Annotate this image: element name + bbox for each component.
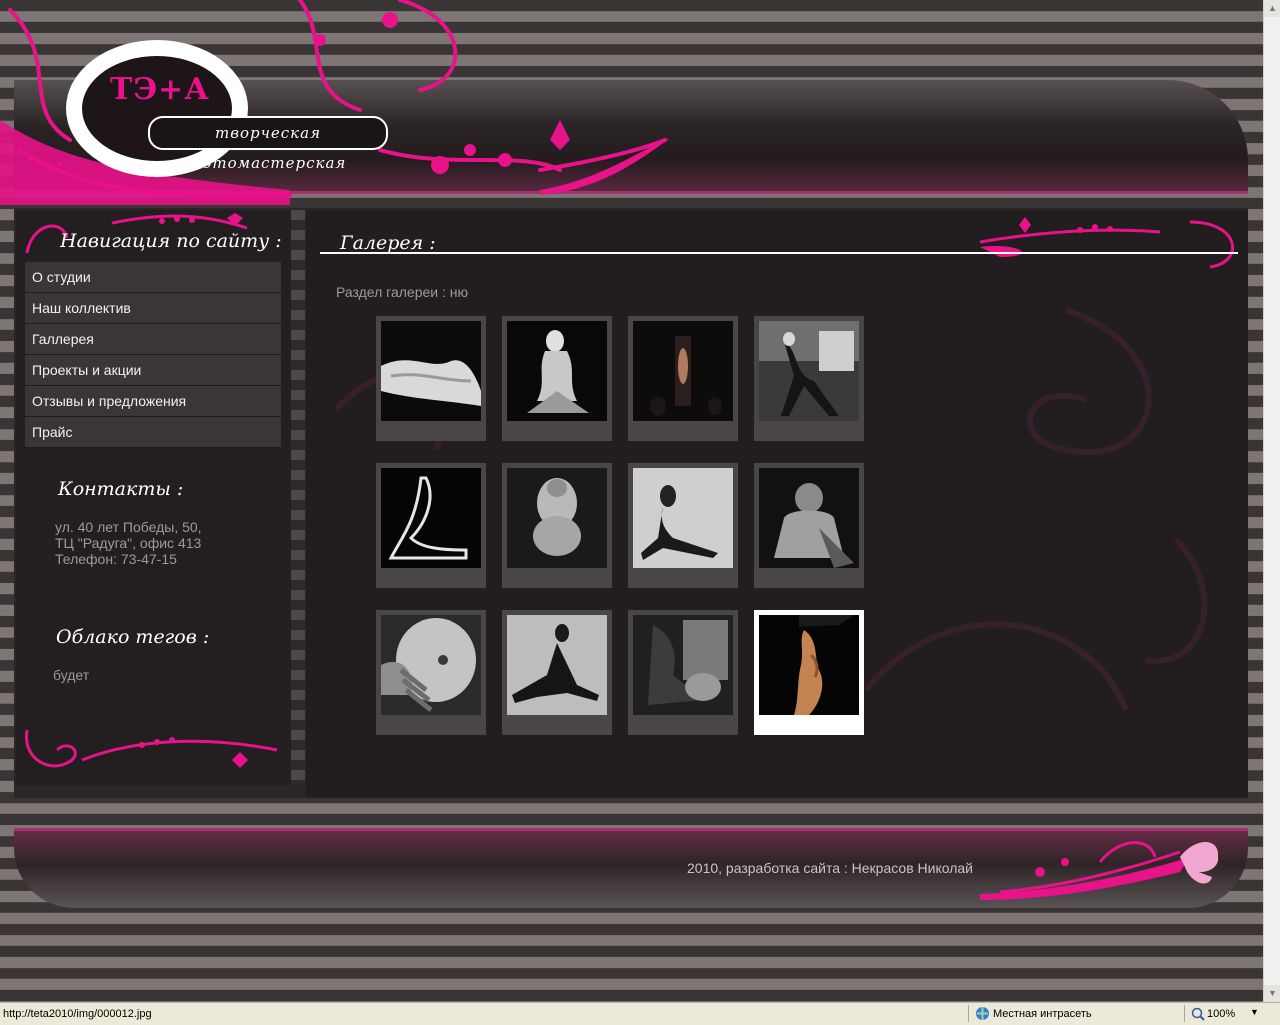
gallery-thumbnail-11[interactable]	[628, 610, 738, 735]
footer-divider	[14, 828, 1248, 831]
nav-item-prices[interactable]: Прайс	[25, 417, 281, 448]
contacts-address-line: ул. 40 лет Победы, 50,	[55, 519, 202, 535]
gallery-thumbnail-1[interactable]	[376, 316, 486, 441]
nav-item-feedback[interactable]: Отзывы и предложения	[25, 386, 281, 417]
gallery-section-label: Раздел галереи : ню	[336, 284, 468, 300]
gallery-title: Галерея :	[340, 232, 436, 254]
nav-item-projects[interactable]: Проекты и акции	[25, 355, 281, 386]
thumbnail-image	[759, 321, 859, 421]
thumbnail-image	[381, 615, 481, 715]
gallery-thumbnail-6[interactable]	[502, 463, 612, 588]
nav-item-team[interactable]: Наш коллектив	[25, 293, 281, 324]
thumbnail-image	[381, 321, 481, 421]
gallery-thumbnail-8[interactable]	[754, 463, 864, 588]
vertical-scrollbar[interactable]: ▲ ▼	[1263, 0, 1280, 1002]
thumbnail-image	[633, 615, 733, 715]
status-separator	[1184, 1005, 1185, 1022]
thumbnail-image	[759, 468, 859, 568]
sidebar-bottom-flourish-decoration	[25, 729, 278, 768]
gallery-thumbnail-4[interactable]	[754, 316, 864, 441]
thumbnail-image	[507, 321, 607, 421]
intranet-zone-icon	[976, 1007, 989, 1020]
zoom-level[interactable]: 100%	[1207, 1008, 1235, 1020]
thumbnail-image	[633, 468, 733, 568]
scroll-up-arrow-icon[interactable]: ▲	[1264, 0, 1280, 17]
thumbnail-image	[507, 468, 607, 568]
gallery-thumbnail-12[interactable]	[754, 610, 864, 735]
thumbnail-image	[633, 321, 733, 421]
gallery-thumbnail-3[interactable]	[628, 316, 738, 441]
browser-status-bar: http://teta2010/img/000012.jpg Местная и…	[0, 1002, 1280, 1025]
gallery-thumbnail-9[interactable]	[376, 610, 486, 735]
status-separator	[968, 1005, 969, 1022]
nav-item-about[interactable]: О студии	[25, 262, 281, 293]
gallery-thumbnail-10[interactable]	[502, 610, 612, 735]
gallery-thumbnail-7[interactable]	[628, 463, 738, 588]
logo-text: ТЭ+А	[110, 72, 210, 107]
footer-flourish-decoration	[980, 841, 1219, 900]
zoom-dropdown-chevron-icon[interactable]: ▼	[1250, 1007, 1259, 1017]
security-zone-label[interactable]: Местная интрасеть	[993, 1008, 1092, 1020]
thumbnail-image	[759, 615, 859, 715]
contacts-info: ул. 40 лет Победы, 50, ТЦ "Радуга", офис…	[55, 519, 202, 567]
tags-cloud-text: будет	[53, 667, 90, 683]
scroll-down-arrow-icon[interactable]: ▼	[1264, 985, 1280, 1002]
zoom-magnifier-icon	[1191, 1007, 1205, 1021]
thumbnail-image	[507, 615, 607, 715]
gallery-title-underline	[320, 252, 1238, 254]
gallery-thumbnail-5[interactable]	[376, 463, 486, 588]
sidebar-film-strip	[291, 210, 305, 785]
status-url: http://teta2010/img/000012.jpg	[3, 1008, 152, 1020]
footer-credit: 2010, разработка сайта : Некрасов Никола…	[687, 860, 973, 876]
gallery-thumbnail-2[interactable]	[502, 316, 612, 441]
contacts-mall-line: ТЦ "Радуга", офис 413	[55, 535, 202, 551]
contacts-phone-line: Телефон: 73-47-15	[55, 551, 177, 567]
site-navigation: О студии Наш коллектив Галлерея Проекты …	[25, 262, 281, 448]
nav-item-gallery[interactable]: Галлерея	[25, 324, 281, 355]
thumbnail-image	[381, 468, 481, 568]
gallery-title-flourish-decoration	[980, 217, 1235, 269]
contacts-title: Контакты :	[58, 478, 184, 500]
tags-title: Облако тегов :	[56, 626, 210, 648]
site-tagline: творческая фотомастерская	[148, 116, 388, 172]
nav-title: Навигация по сайту :	[60, 230, 282, 252]
